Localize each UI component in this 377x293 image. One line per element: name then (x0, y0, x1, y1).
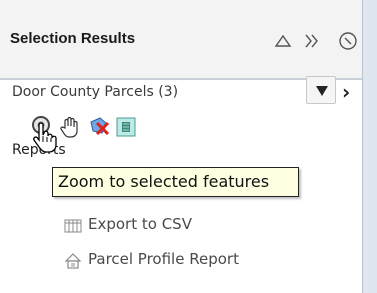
layer-menu-button[interactable] (306, 76, 336, 104)
export-to-csv-label: Export to CSV (88, 215, 192, 233)
tooltip: Zoom to selected features (52, 167, 299, 197)
panel-scrollbar[interactable] (362, 0, 377, 293)
select-features-button[interactable] (114, 114, 140, 140)
layer-expand-icon[interactable]: › (342, 80, 350, 104)
pan-button[interactable] (58, 114, 84, 140)
triangle-up-icon (274, 34, 292, 47)
panel-title: Selection Results (10, 30, 136, 47)
dock-button[interactable] (300, 22, 326, 58)
collapse-button[interactable] (270, 22, 296, 58)
parcel-profile-report-label: Parcel Profile Report (88, 250, 239, 268)
selection-results-panel: Selection Results Door County Parcels (3… (0, 0, 377, 293)
clear-selection-icon (90, 117, 110, 136)
close-circle-icon (339, 32, 357, 50)
panel-header: Selection Results (0, 0, 362, 80)
pan-hand-icon (60, 116, 78, 138)
table-icon (64, 217, 82, 235)
house-icon (64, 252, 82, 270)
pointer-cursor-icon (30, 122, 58, 154)
layer-title: Door County Parcels (3) (12, 84, 179, 100)
triangle-down-icon (316, 86, 328, 96)
close-panel-button[interactable] (330, 22, 362, 58)
double-chevron-right-icon (305, 34, 318, 48)
clear-selection-button[interactable] (86, 114, 112, 140)
select-features-icon (116, 117, 136, 137)
